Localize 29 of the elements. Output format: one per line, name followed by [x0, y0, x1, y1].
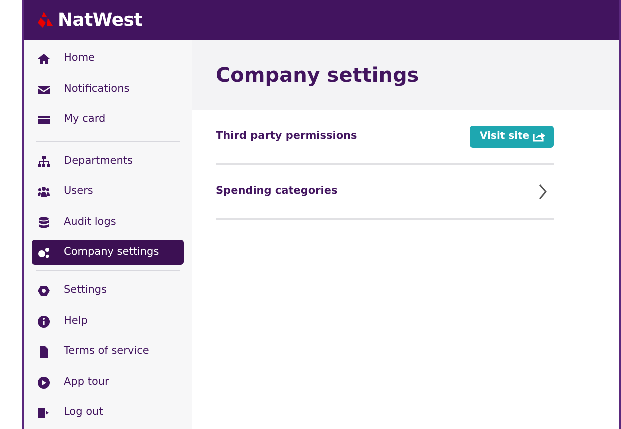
logout-icon [38, 407, 50, 420]
sidebar-item[interactable]: Departments [32, 146, 184, 177]
row-label[interactable]: Third party permissions [216, 128, 358, 144]
info-icon [38, 316, 50, 328]
home-icon [38, 53, 50, 66]
sidebar-item[interactable]: Company settings [32, 240, 184, 265]
play-icon [38, 376, 50, 389]
sidebar-item[interactable]: App tour [32, 368, 184, 398]
gear-icon [38, 285, 50, 298]
row-label[interactable]: Spending categories [216, 184, 338, 200]
sidebar-item[interactable]: Home [32, 44, 184, 74]
page-title: Company settings [216, 63, 420, 87]
sidebar-item[interactable]: Settings [32, 276, 184, 306]
chevron-right-icon[interactable] [538, 184, 548, 200]
sidebar-item[interactable]: Help [32, 306, 184, 337]
sidebar-item[interactable]: Log out [32, 398, 184, 428]
sidebar-item[interactable]: Users [32, 177, 184, 208]
external-link-icon [533, 131, 546, 142]
users-icon [38, 186, 50, 198]
envelope-icon [38, 84, 50, 96]
sidebar-item[interactable]: My card [32, 105, 184, 136]
brand-name: NatWest [58, 8, 142, 32]
card-icon [38, 114, 50, 126]
sidebar-item[interactable]: Audit logs [32, 208, 184, 238]
database-icon [38, 216, 50, 229]
sidebar-item[interactable]: Notifications [32, 74, 184, 105]
org-chart-icon [38, 156, 50, 168]
sidebar-item[interactable]: Terms of service [32, 337, 184, 368]
document-icon [38, 346, 50, 358]
